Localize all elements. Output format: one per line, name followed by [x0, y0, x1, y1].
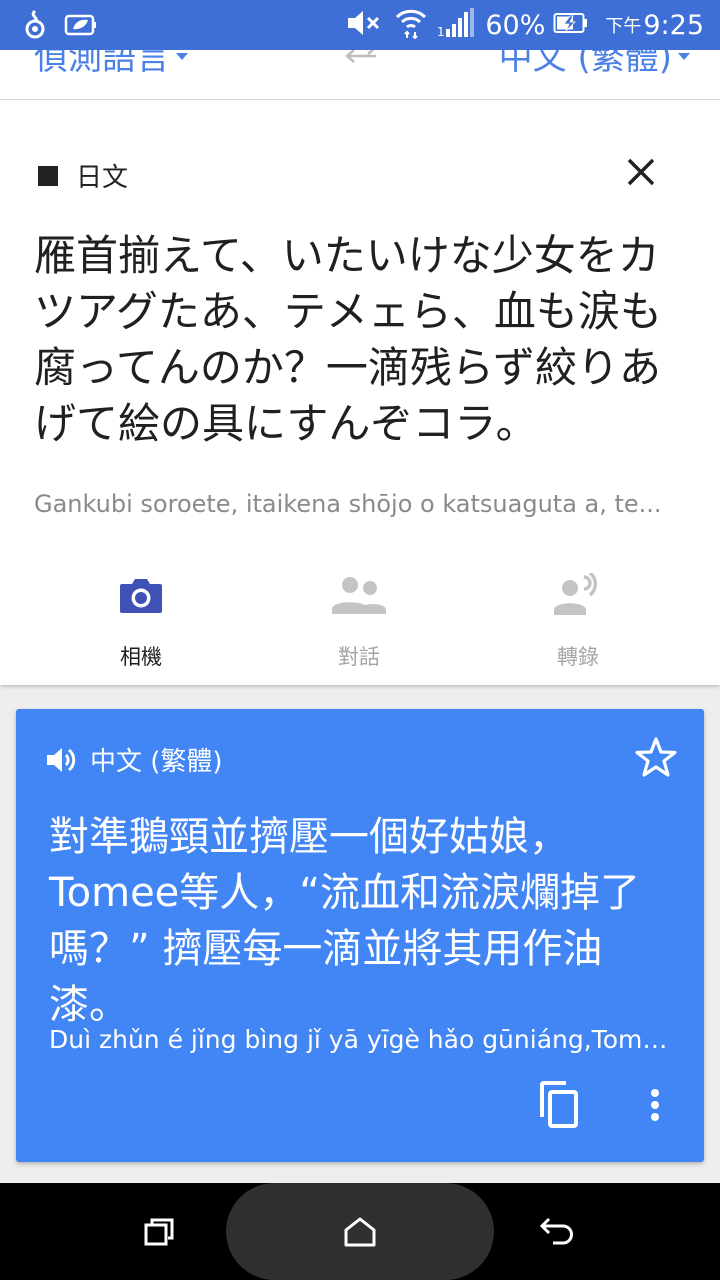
recents-icon — [144, 1218, 174, 1246]
navigation-bar — [0, 1183, 720, 1280]
battery-charging-icon — [553, 12, 589, 38]
conversation-icon — [332, 577, 386, 614]
status-bar: 1 60% 下午 9:25 — [0, 0, 720, 50]
source-text[interactable]: 雁首揃えて、いたいけな少女をカツアグたあ、テメェら、血も涙も腐ってんのか？一滴残… — [34, 228, 674, 452]
signal-icon: 1 — [437, 8, 475, 42]
translation-language-name: 中文 (繁體) — [90, 747, 223, 777]
transcribe-tool-button[interactable]: 轉錄 — [503, 565, 653, 675]
stop-icon — [38, 165, 58, 186]
transcribe-icon — [554, 573, 598, 615]
conversation-tool-label: 對話 — [338, 645, 380, 669]
copy-button[interactable] — [534, 1079, 586, 1135]
back-button[interactable] — [526, 1207, 590, 1257]
close-icon — [627, 158, 655, 186]
copy-icon — [540, 1081, 578, 1128]
camera-tool-button[interactable]: 相機 — [66, 565, 216, 675]
source-transliteration: Gankubi soroete, itaikena shōjo o katsua… — [34, 490, 662, 518]
source-card: 日文 雁首揃えて、いたいけな少女をカツアグたあ、テメェら、血も涙も腐ってんのか？… — [0, 100, 720, 685]
transcribe-tool-label: 轉錄 — [557, 645, 599, 669]
svg-text:1: 1 — [437, 25, 445, 38]
more-options-button[interactable] — [640, 1083, 670, 1127]
battery-percent: 60% — [485, 9, 546, 41]
save-phrase-button[interactable] — [634, 735, 678, 783]
wifi-icon — [395, 7, 427, 43]
translation-text[interactable]: 對準鵝頸並擠壓一個好姑娘，Tomee等人，“流血和流淚爛掉了嗎？” 擠壓每一滴並… — [49, 809, 679, 1033]
translation-transliteration: Duì zhǔn é jǐng bìng jǐ yā yīgè hǎo gūni… — [49, 1025, 669, 1054]
translation-card[interactable]: 中文 (繁體) 對準鵝頸並擠壓一個好姑娘，Tomee等人，“流血和流淚爛掉了嗎？… — [16, 709, 704, 1162]
chevron-down-icon — [678, 53, 690, 60]
back-icon — [539, 1217, 573, 1245]
chevron-down-icon — [176, 53, 188, 60]
clear-input-button[interactable] — [620, 151, 662, 193]
speaker-icon[interactable] — [46, 745, 78, 775]
app-notification-icon — [22, 9, 48, 45]
source-language-name: 日文 — [76, 163, 129, 193]
conversation-tool-button[interactable]: 對話 — [284, 565, 434, 675]
recents-button[interactable] — [128, 1207, 192, 1257]
source-language-header: 日文 — [38, 157, 128, 194]
status-ampm: 下午 — [605, 16, 642, 37]
translation-language-header: 中文 (繁體) — [46, 741, 223, 778]
camera-tool-label: 相機 — [120, 645, 162, 669]
star-icon — [635, 737, 677, 777]
home-button[interactable] — [328, 1207, 392, 1257]
mute-icon — [345, 8, 381, 42]
status-time: 9:25 — [643, 9, 704, 41]
camera-icon — [120, 579, 162, 613]
home-icon — [344, 1217, 376, 1247]
battery-saver-icon — [64, 12, 98, 42]
